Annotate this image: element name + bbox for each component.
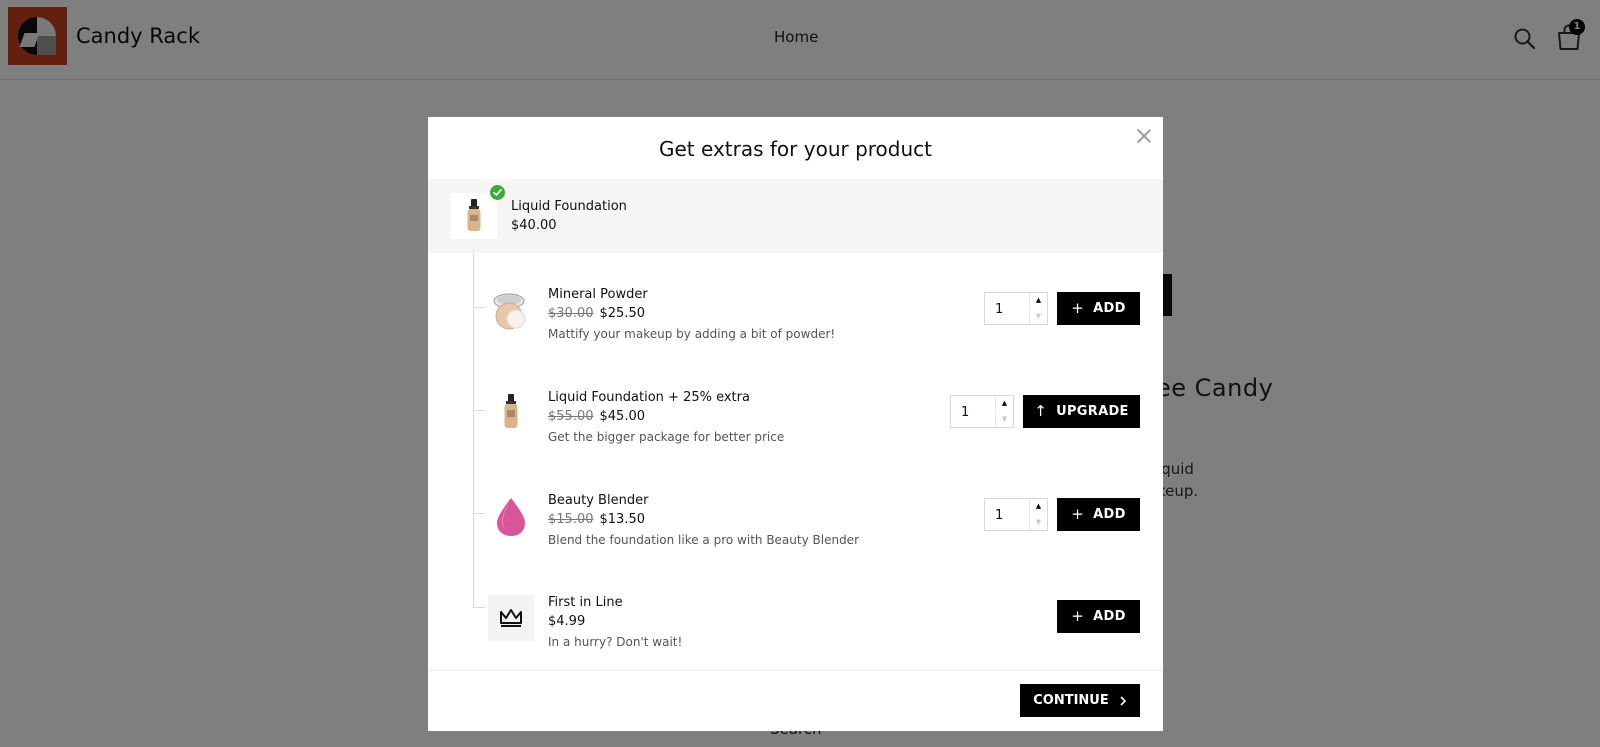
increment-icon[interactable]: ▲: [1029, 293, 1047, 308]
add-button[interactable]: + ADD: [1057, 498, 1140, 531]
liquid-foundation-extra-image: [488, 390, 534, 436]
offer-prices: $15.00 $13.50: [548, 512, 645, 527]
offer-description: Blend the foundation like a pro with Bea…: [548, 533, 859, 547]
beauty-blender-image: [488, 493, 534, 539]
add-button-label: ADD: [1093, 507, 1126, 522]
plus-icon: +: [1071, 607, 1085, 625]
quantity-value[interactable]: 1: [995, 508, 1003, 523]
offer-price: $13.50: [599, 512, 646, 527]
mineral-powder-image: [488, 287, 534, 333]
offer-price: $4.99: [548, 614, 586, 629]
offer-prices: $55.00 $45.00: [548, 409, 645, 424]
offer-description: Get the bigger package for better price: [548, 430, 785, 444]
modal-footer-divider: [428, 670, 1163, 671]
upgrade-button[interactable]: ↑ UPGRADE: [1023, 395, 1140, 428]
main-product-row: Liquid Foundation $40.00: [428, 179, 1163, 253]
plus-icon: +: [1071, 299, 1085, 317]
quantity-stepper[interactable]: 1 ▲ ▼: [984, 292, 1048, 325]
offer-item-beauty-blender: Beauty Blender $15.00 $13.50 Blend the fo…: [428, 493, 1163, 596]
quantity-value[interactable]: 1: [995, 302, 1003, 317]
offer-price: $25.50: [599, 306, 646, 321]
offer-name: First in Line: [548, 595, 623, 610]
add-button-label: ADD: [1093, 609, 1126, 624]
quantity-stepper[interactable]: 1 ▲ ▼: [950, 395, 1014, 428]
chevron-right-icon: [1120, 695, 1126, 706]
quantity-value[interactable]: 1: [961, 405, 969, 420]
offer-item-mineral-powder: Mineral Powder $30.00 $25.50 Mattify your…: [428, 287, 1163, 390]
main-product-name: Liquid Foundation: [511, 199, 627, 214]
offer-name: Beauty Blender: [548, 493, 649, 508]
add-button[interactable]: + ADD: [1057, 292, 1140, 325]
decrement-icon[interactable]: ▼: [995, 412, 1013, 427]
check-icon: [490, 185, 505, 200]
continue-button-label: CONTINUE: [1033, 693, 1109, 708]
upsell-modal: Get extras for your product Liquid Found…: [428, 117, 1163, 731]
main-product-image: [451, 193, 497, 239]
upgrade-button-label: UPGRADE: [1056, 404, 1129, 419]
offer-item-first-in-line: First in Line $4.99 In a hurry? Don't wa…: [428, 595, 1163, 698]
quantity-stepper[interactable]: 1 ▲ ▼: [984, 498, 1048, 531]
add-button[interactable]: + ADD: [1057, 600, 1140, 633]
offer-prices: $30.00 $25.50: [548, 306, 645, 321]
decrement-icon[interactable]: ▼: [1029, 309, 1047, 324]
continue-button[interactable]: CONTINUE: [1020, 684, 1140, 717]
offer-item-liquid-foundation-extra: Liquid Foundation + 25% extra $55.00 $45.…: [428, 390, 1163, 493]
plus-icon: +: [1071, 505, 1085, 523]
offer-old-price: $15.00: [548, 512, 594, 527]
offer-description: Mattify your makeup by adding a bit of p…: [548, 327, 836, 341]
offer-price: $45.00: [599, 409, 646, 424]
increment-icon[interactable]: ▲: [995, 396, 1013, 411]
offer-name: Liquid Foundation + 25% extra: [548, 390, 750, 405]
crown-icon: [488, 595, 534, 641]
offer-description: In a hurry? Don't wait!: [548, 635, 683, 649]
modal-title: Get extras for your product: [659, 137, 932, 161]
main-product-price: $40.00: [511, 218, 557, 233]
add-button-label: ADD: [1093, 301, 1126, 316]
offer-old-price: $55.00: [548, 409, 594, 424]
offer-name: Mineral Powder: [548, 287, 648, 302]
decrement-icon[interactable]: ▼: [1029, 515, 1047, 530]
increment-icon[interactable]: ▲: [1029, 499, 1047, 514]
arrow-up-icon: ↑: [1034, 402, 1048, 420]
offer-old-price: $30.00: [548, 306, 594, 321]
